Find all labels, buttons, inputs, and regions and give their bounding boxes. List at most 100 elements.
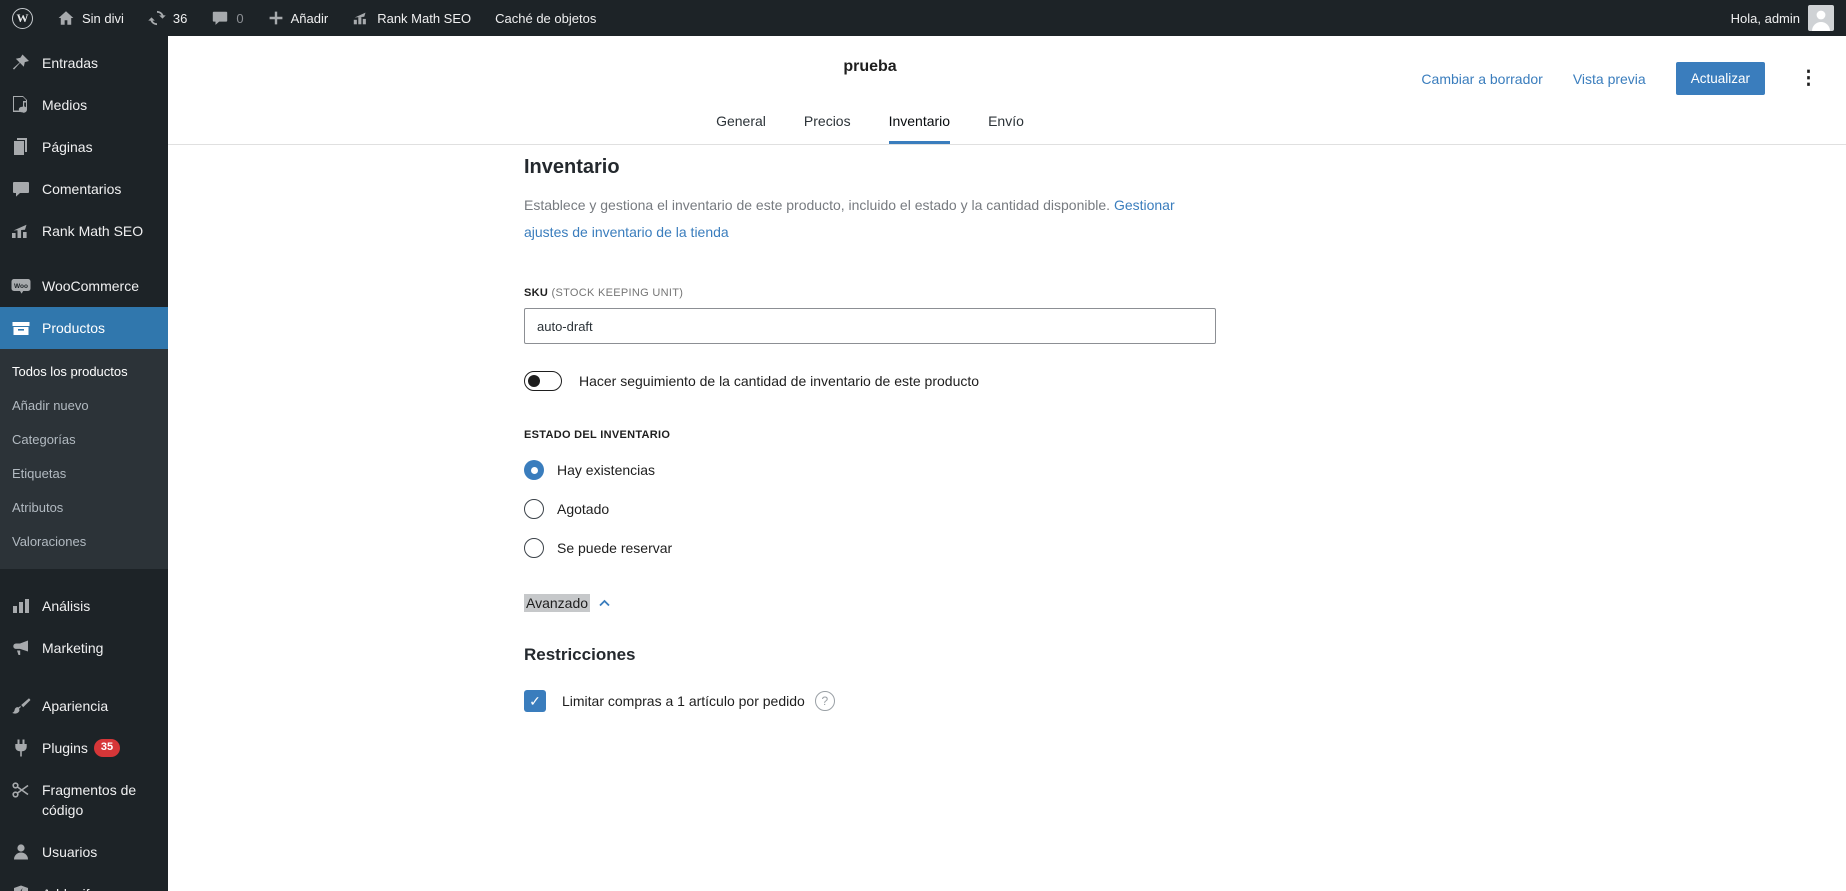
submenu-item-label: Añadir nuevo (12, 398, 89, 413)
wordpress-logo[interactable]: W (0, 0, 45, 36)
submenu-item-anadir-nuevo[interactable]: Añadir nuevo (0, 389, 168, 423)
bar-chart-icon (11, 596, 31, 616)
scissors-icon (11, 780, 31, 800)
header-actions: Cambiar a borrador Vista previa Actualiz… (1421, 62, 1822, 95)
radio-row-in-stock: Hay existencias (524, 460, 1216, 480)
limit-purchase-checkbox[interactable]: ✓ (524, 690, 546, 712)
product-tabs: General Precios Inventario Envío (524, 113, 1216, 144)
sidebar-item-plugins[interactable]: Plugins 35 (0, 727, 168, 769)
media-icon (11, 95, 31, 115)
radio-label: Agotado (557, 501, 610, 517)
sidebar-item-label: Apariencia (42, 698, 109, 714)
pushpin-icon (11, 53, 31, 73)
preview-link[interactable]: Vista previa (1573, 71, 1646, 87)
sku-field-label: SKU (STOCK KEEPING UNIT) (524, 287, 1216, 299)
account-menu[interactable]: Hola, admin (1719, 5, 1846, 31)
wordpress-logo-icon: W (12, 7, 33, 29)
megaphone-icon (11, 638, 31, 658)
admin-top-bar: W Sin divi 36 0 Añadir Rank Math SEO Cac… (0, 0, 1846, 36)
help-icon[interactable]: ? (814, 691, 835, 711)
section-description: Establece y gestiona el inventario de es… (524, 192, 1216, 246)
new-content-button[interactable]: Añadir (256, 0, 341, 36)
sidebar-item-label: Páginas (42, 139, 93, 155)
sku-hint: (STOCK KEEPING UNIT) (548, 287, 684, 299)
submenu-item-categorias[interactable]: Categorías (0, 423, 168, 457)
tab-inventario[interactable]: Inventario (888, 113, 951, 144)
sidebar-item-apariencia[interactable]: Apariencia (0, 685, 168, 727)
sidebar-item-addonify[interactable]: Addonify (0, 873, 168, 891)
sidebar-item-marketing[interactable]: Marketing (0, 627, 168, 669)
comment-icon (211, 9, 229, 27)
advanced-toggle-label[interactable]: Avanzado (524, 594, 591, 612)
sidebar-item-label: Plugins 35 (42, 738, 121, 758)
pages-icon (11, 137, 31, 157)
tab-precios[interactable]: Precios (804, 113, 851, 144)
comments-indicator[interactable]: 0 (199, 0, 255, 36)
radio-in-stock[interactable] (524, 460, 544, 480)
sidebar-item-usuarios[interactable]: Usuarios (0, 831, 168, 873)
tab-general[interactable]: General (716, 113, 766, 144)
comments-count: 0 (236, 10, 244, 26)
comment-icon (11, 179, 31, 199)
shield-icon (11, 884, 31, 891)
plugins-label: Plugins (42, 740, 88, 756)
restrictions-heading: Restricciones (524, 645, 636, 664)
sidebar-item-comentarios[interactable]: Comentarios (0, 168, 168, 210)
updates-indicator[interactable]: 36 (136, 0, 199, 36)
sidebar-item-entradas[interactable]: Entradas (0, 42, 168, 84)
plus-icon (268, 10, 284, 26)
woocommerce-icon: Woo (11, 276, 31, 296)
sidebar-item-label: Medios (42, 97, 88, 113)
sidebar-item-analisis[interactable]: Análisis (0, 585, 168, 627)
plugins-count-badge: 35 (93, 739, 121, 757)
admin-sidebar: Entradas Medios Páginas Comentarios Rank… (0, 36, 168, 891)
site-name-link[interactable]: Sin divi (45, 0, 136, 36)
tab-envio[interactable]: Envío (988, 113, 1024, 144)
limit-purchase-row: ✓ Limitar compras a 1 artículo por pedid… (524, 690, 1216, 712)
sidebar-item-paginas[interactable]: Páginas (0, 126, 168, 168)
sidebar-item-productos[interactable]: Productos (0, 307, 168, 349)
sidebar-item-label: Marketing (42, 640, 104, 656)
switch-to-draft-link[interactable]: Cambiar a borrador (1421, 71, 1542, 87)
sidebar-item-label: Fragmentos de código (42, 782, 137, 818)
submenu-item-atributos[interactable]: Atributos (0, 491, 168, 525)
avatar (1808, 5, 1834, 31)
inventory-section: Inventario Establece y gestiona el inven… (524, 145, 1216, 772)
object-cache-label: Caché de objetos (495, 10, 597, 26)
track-quantity-toggle[interactable] (524, 371, 562, 391)
svg-text:Woo: Woo (14, 283, 28, 290)
update-icon (148, 9, 166, 27)
radio-out-of-stock[interactable] (524, 499, 544, 519)
update-button[interactable]: Actualizar (1675, 62, 1765, 95)
menu-separator (0, 669, 168, 685)
submenu-item-label: Valoraciones (12, 534, 87, 549)
main-content: prueba General Precios Inventario Envío … (168, 0, 1846, 772)
sku-input[interactable] (524, 308, 1216, 344)
options-kebab-icon[interactable]: ⋮ (1795, 67, 1822, 90)
radio-row-out-of-stock: Agotado (524, 499, 1216, 519)
chevron-up-icon[interactable] (598, 598, 611, 608)
section-heading: Inventario (524, 156, 620, 178)
sidebar-item-medios[interactable]: Medios (0, 84, 168, 126)
paintbrush-icon (11, 696, 31, 716)
products-submenu: Todos los productos Añadir nuevo Categor… (0, 349, 168, 569)
sidebar-item-label: Productos (42, 320, 106, 336)
sidebar-item-label: Comentarios (42, 181, 122, 197)
sidebar-item-label: Usuarios (42, 844, 98, 860)
menu-separator (0, 569, 168, 585)
submenu-item-etiquetas[interactable]: Etiquetas (0, 457, 168, 491)
advanced-toggle-row: Avanzado (524, 594, 1216, 612)
toggle-knob (528, 374, 540, 387)
radio-row-backorder: Se puede reservar (524, 538, 1216, 558)
radio-label: Se puede reservar (557, 540, 673, 556)
editor-header: prueba General Precios Inventario Envío … (168, 36, 1846, 145)
sidebar-item-fragmentos[interactable]: Fragmentos de código (0, 769, 168, 831)
submenu-item-todos-los-productos[interactable]: Todos los productos (0, 355, 168, 389)
object-cache-item[interactable]: Caché de objetos (483, 0, 608, 36)
sidebar-item-woocommerce[interactable]: Woo WooCommerce (0, 265, 168, 307)
rank-math-bar-item[interactable]: Rank Math SEO (340, 0, 483, 36)
sidebar-item-rank-math[interactable]: Rank Math SEO (0, 210, 168, 252)
home-icon (57, 9, 75, 27)
radio-backorder[interactable] (524, 538, 544, 558)
submenu-item-valoraciones[interactable]: Valoraciones (0, 525, 168, 559)
